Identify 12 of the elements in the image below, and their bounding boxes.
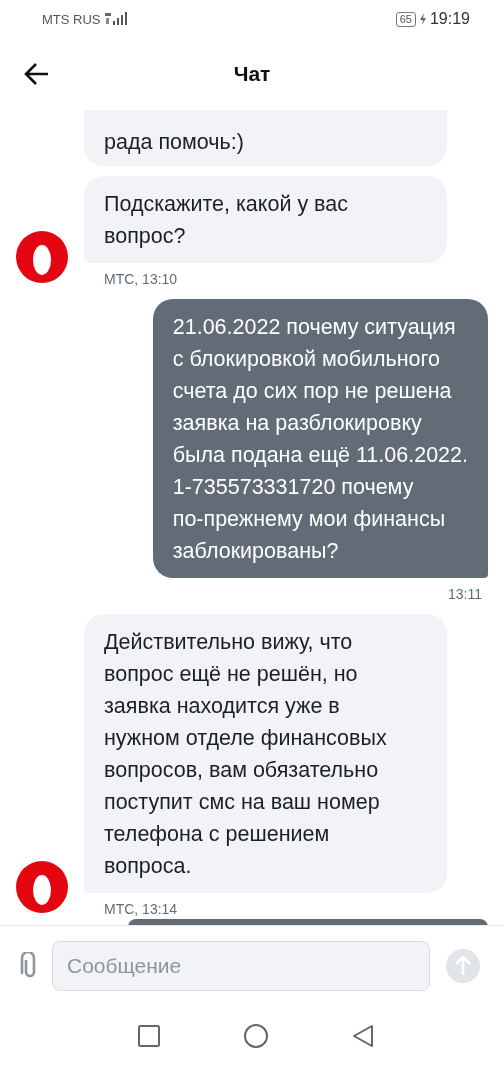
clock-time: 19:19	[429, 10, 470, 28]
message-bubble: 21.06.2022 почему ситуация с блокировкой мобильного счета до сих пор не решена заявка на разблокировку была подана ещё 11.06.2022. 1-735573331720 почему по-прежнему мои финансы заблокированы?	[152, 299, 488, 578]
message-meta: 13:11	[448, 586, 482, 602]
message-meta: МТС, 13:10	[104, 271, 179, 287]
message-bubble: Действительно вижу, что вопрос ещё не решён, но заявка находится уже в нужном отделе финансовых вопросов, вам обязательно поступит смс на ваш номер телефона с решением вопроса.	[84, 614, 447, 893]
message-field[interactable]: Сообщение	[52, 941, 430, 991]
message-bubble: Подскажите, какой у вас вопрос?	[84, 176, 447, 263]
chat-title: Чат	[233, 62, 271, 86]
battery-level: 65	[395, 11, 416, 27]
message-bubble: рада помочь:)	[84, 110, 447, 166]
message-meta: МТС, 13:14	[104, 901, 179, 917]
carrier-name: MTS RUS	[42, 11, 101, 27]
